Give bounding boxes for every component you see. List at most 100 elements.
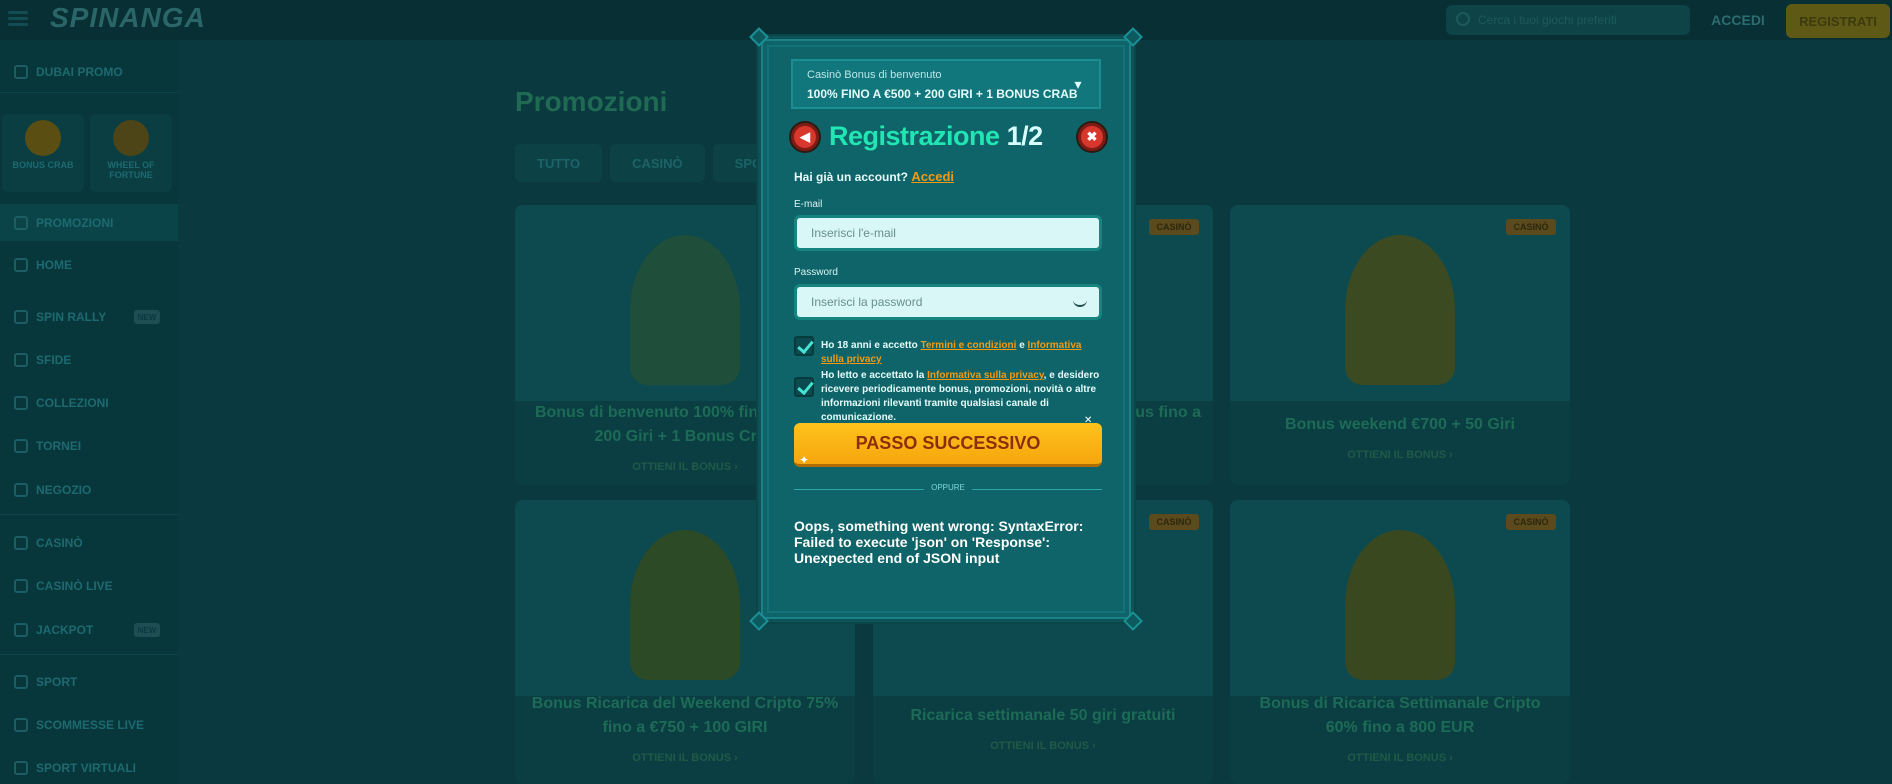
collection-icon [14,396,28,410]
sidebar-item-casino[interactable]: CASINÒ [0,525,178,561]
bonus-value: 100% FINO A €500 + 200 GIRI + 1 BONUS CR… [807,87,1078,101]
terms-link[interactable]: Termini e condizioni [920,340,1016,351]
get-bonus-link[interactable]: OTTIENI IL BONUS › [1230,449,1570,461]
sidebar-tile-wheel[interactable]: WHEEL OF FORTUNE [90,114,172,192]
login-link[interactable]: Accedi [911,169,954,184]
sidebar-item-label: SPORT [36,675,78,689]
tab-tutto[interactable]: TUTTO [515,144,603,182]
trophy-icon [14,439,28,453]
sidebar-item-home[interactable]: HOME [0,247,178,283]
sparkle-icon: ✦ [799,453,810,467]
promo-card[interactable]: CASINÒ Bonus weekend €700 + 50 Giri OTTI… [1230,205,1570,485]
sidebar-item-label: TORNEI [36,439,82,453]
category-tag: CASINÒ [1506,219,1556,235]
jackpot-icon [14,623,28,637]
password-label: Password [794,267,838,278]
marketing-checkbox[interactable] [794,377,814,397]
search-placeholder: Cerca i tuoi giochi preferiti [1478,13,1617,27]
email-placeholder: Inserisci l'e-mail [811,226,896,240]
sidebar-tile-bonus-crab[interactable]: BONUS CRAB [2,114,84,192]
terms-text: Ho 18 anni e accetto Termini e condizion… [821,339,1101,367]
sidebar-item-collezioni[interactable]: COLLEZIONI [0,385,178,421]
terms-and: e [1019,340,1025,351]
sidebar-item-label: SCOMMESSE LIVE [36,718,145,732]
shop-icon [14,483,28,497]
marketing-privacy-link[interactable]: Informativa sulla privacy [927,370,1044,381]
ball-icon [14,675,28,689]
registration-title: Registrazione 1/2 [829,121,1043,152]
have-account-text: Hai già un account? [794,170,909,184]
have-account-row: Hai già un account? Accedi [794,169,954,184]
back-button[interactable]: ◀ [791,123,819,151]
card-title: Ricarica settimanale 50 giri gratuiti [910,707,1176,724]
get-bonus-link[interactable]: OTTIENI IL BONUS › [873,740,1213,752]
chevron-down-icon[interactable]: ▾ [1069,75,1087,93]
search-icon [1456,12,1470,26]
monkey-statue-image [630,235,740,385]
gift-icon [14,216,28,230]
menu-icon[interactable] [6,8,30,32]
frog-statue-image [630,530,740,680]
casino-icon [14,536,28,550]
close-button[interactable]: ✖ [1078,123,1106,151]
card-title: Bonus Ricarica del Weekend Cripto 75% fi… [531,695,839,736]
sidebar-item-label: PROMOZIONI [36,216,114,230]
jaguar-statue-image [1345,235,1455,385]
marketing-text: Ho letto e accettato la Informativa sull… [821,369,1101,425]
sidebar-tile-label: BONUS CRAB [12,160,74,170]
sidebar-item-casino-live[interactable]: CASINÒ LIVE [0,568,178,604]
category-tag: CASINÒ [1149,219,1199,235]
search-input[interactable]: Cerca i tuoi giochi preferiti [1446,5,1690,35]
close-icon: ✖ [1086,129,1098,144]
sidebar-item-promozioni[interactable]: PROMOZIONI [0,205,178,241]
email-label: E-mail [794,199,823,210]
promo-card[interactable]: CASINÒ Bonus di Ricarica Settimanale Cri… [1230,500,1570,784]
sidebar-item-scommesse-live[interactable]: SCOMMESSE LIVE [0,707,178,743]
sidebar-item-label: SFIDE [36,353,72,367]
eye-closed-icon[interactable] [1073,297,1087,307]
password-field[interactable]: Inserisci la password [794,284,1102,320]
sidebar-item-tornei[interactable]: TORNEI [0,428,178,464]
card-title: Bonus di Ricarica Settimanale Cripto 60%… [1259,695,1541,736]
error-message: Oops, something went wrong: SyntaxError:… [794,518,1084,566]
live-icon [14,579,28,593]
sidebar: DUBAI PROMO BONUS CRAB WHEEL OF FORTUNE … [0,40,178,784]
sidebar-item-sport-virtuali[interactable]: SPORT VIRTUALI [0,750,178,784]
page-title: Promozioni [515,86,668,117]
sloth-statue-image [1345,530,1455,680]
top-bar: SPINANGA Cerca i tuoi giochi preferiti A… [0,0,1892,40]
registration-title-text: Registrazione [829,121,1000,151]
password-placeholder: Inserisci la password [811,295,923,309]
step-indicator: 1/2 [1006,121,1044,151]
sidebar-tile-label: WHEEL OF FORTUNE [107,160,155,180]
next-step-label: PASSO SUCCESSIVO [855,433,1041,453]
crab-bonus-icon [25,120,61,156]
sidebar-item-dubai-promo[interactable]: DUBAI PROMO [0,54,178,90]
email-field[interactable]: Inserisci l'e-mail [794,215,1102,251]
arrow-left-icon: ◀ [800,129,810,144]
tab-casino[interactable]: CASINÒ [610,144,705,182]
or-label: OPPURE [931,483,965,492]
sidebar-item-label: NEGOZIO [36,483,92,497]
sidebar-item-spin-rally[interactable]: SPIN RALLY NEW [0,299,178,335]
sidebar-item-jackpot[interactable]: JACKPOT NEW [0,612,178,648]
sidebar-item-sport[interactable]: SPORT [0,664,178,700]
marketing-prefix: Ho letto e accettato la [821,370,925,381]
sidebar-item-label: DUBAI PROMO [36,65,123,79]
get-bonus-link[interactable]: OTTIENI IL BONUS › [515,752,855,764]
next-step-button[interactable]: PASSO SUCCESSIVO [794,423,1102,467]
sidebar-item-sfide[interactable]: SFIDE [0,342,178,378]
welcome-bonus-selector[interactable]: Casinò Bonus di benvenuto 100% FINO A €5… [791,59,1101,109]
register-button[interactable]: REGISTRATI [1786,4,1890,38]
sidebar-item-negozio[interactable]: NEGOZIO [0,472,178,508]
registration-modal: Casinò Bonus di benvenuto 100% FINO A €5… [749,27,1143,631]
get-bonus-link[interactable]: OTTIENI IL BONUS › [1230,752,1570,764]
wheel-icon [113,120,149,156]
login-button[interactable]: ACCEDI [1700,4,1776,36]
bonus-label: Casinò Bonus di benvenuto [807,69,942,81]
terms-checkbox[interactable] [794,336,814,356]
live-bet-icon [14,718,28,732]
sidebar-item-label: HOME [36,258,72,272]
logo[interactable]: SPINANGA [50,2,205,40]
or-divider: OPPURE [794,483,1102,495]
